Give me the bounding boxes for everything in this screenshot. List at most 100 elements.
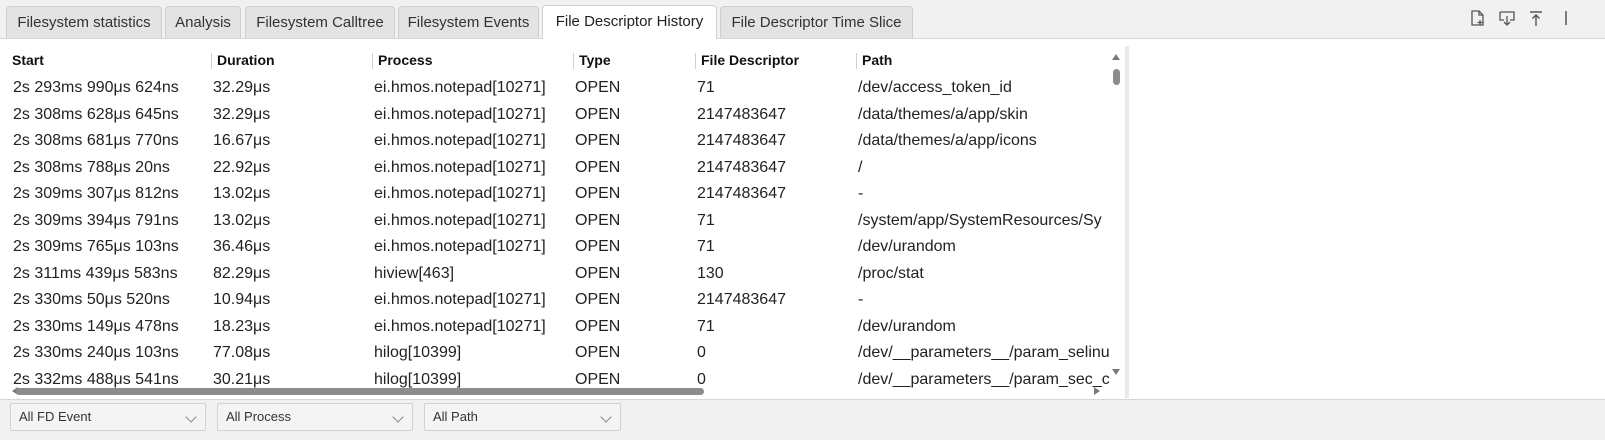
vertical-scroll-thumb[interactable] xyxy=(1113,69,1120,85)
cell-process: ei.hmos.notepad[10271] xyxy=(374,211,546,229)
tab-filesystem-events[interactable]: Filesystem Events xyxy=(398,6,539,38)
cell-path: / xyxy=(858,158,863,176)
cell-duration: 32.29μs xyxy=(213,105,271,123)
cell-type: OPEN xyxy=(575,291,621,308)
cell-path: /data/themes/a/app/icons xyxy=(858,132,1037,149)
column-header-file-descriptor[interactable]: File Descriptor xyxy=(701,49,799,71)
cell-path: /dev/urandom xyxy=(858,238,956,255)
fd-event-filter-select[interactable]: All FD Event xyxy=(10,403,206,431)
horizontal-scroll-thumb[interactable] xyxy=(16,388,704,395)
cell-process: ei.hmos.notepad[10271] xyxy=(374,105,546,123)
cell-file-descriptor: 71 xyxy=(697,317,715,335)
scroll-down-arrow-icon[interactable] xyxy=(1112,369,1120,375)
table-header: Start Duration Process Type File Descrip… xyxy=(0,49,1132,71)
column-header-duration[interactable]: Duration xyxy=(217,49,275,71)
table-row[interactable]: 2s 330ms 149μs 478ns 18.23μs ei.hmos.not… xyxy=(0,314,1132,341)
cell-start: 2s 308ms 628μs 645ns xyxy=(13,105,179,123)
column-divider[interactable] xyxy=(372,53,373,69)
vertical-scrollbar[interactable] xyxy=(1110,49,1124,379)
process-filter-select[interactable]: All Process xyxy=(217,403,413,431)
column-header-start[interactable]: Start xyxy=(12,49,44,71)
chevron-down-icon xyxy=(185,411,197,423)
cell-start: 2s 309ms 394μs 791ns xyxy=(13,211,179,229)
path-filter-select[interactable]: All Path xyxy=(424,403,621,431)
panel-divider xyxy=(1125,46,1129,398)
table-row[interactable]: 2s 308ms 628μs 645ns 32.29μs ei.hmos.not… xyxy=(0,102,1132,129)
column-divider[interactable] xyxy=(211,53,212,69)
upload-top-icon[interactable] xyxy=(1526,8,1546,28)
cell-duration: 77.08μs xyxy=(213,344,271,361)
cell-type: OPEN xyxy=(575,158,621,176)
cell-process: hiview[463] xyxy=(374,264,455,282)
scroll-up-arrow-icon[interactable] xyxy=(1112,54,1120,60)
table-row[interactable]: 2s 330ms 50μs 520ns 10.94μs ei.hmos.note… xyxy=(0,287,1132,314)
cell-start: 2s 308ms 788μs 20ns xyxy=(13,158,170,176)
fd-history-table: Start Duration Process Type File Descrip… xyxy=(0,39,1150,408)
filter-bar: All FD Event All Process All Path xyxy=(0,399,1605,440)
table-body: 2s 293ms 990μs 624ns 32.29μs ei.hmos.not… xyxy=(0,75,1132,393)
path-filter-value: All Path xyxy=(433,409,478,424)
tab-file-descriptor-time-slice[interactable]: File Descriptor Time Slice xyxy=(720,6,913,38)
cell-start: 2s 309ms 765μs 103ns xyxy=(13,238,179,255)
tab-file-descriptor-history[interactable]: File Descriptor History xyxy=(542,5,717,39)
tab-filesystem-statistics[interactable]: Filesystem statistics xyxy=(6,6,162,38)
column-divider[interactable] xyxy=(573,53,574,69)
cell-path: /data/themes/a/app/skin xyxy=(858,105,1028,123)
column-header-type[interactable]: Type xyxy=(579,49,611,71)
table-row[interactable]: 2s 308ms 681μs 770ns 16.67μs ei.hmos.not… xyxy=(0,128,1132,155)
cell-start: 2s 330ms 149μs 478ns xyxy=(13,317,179,335)
cell-process: ei.hmos.notepad[10271] xyxy=(374,79,546,96)
cell-path: - xyxy=(858,185,864,202)
horizontal-scrollbar[interactable] xyxy=(12,385,1110,397)
cell-start: 2s 309ms 307μs 812ns xyxy=(13,185,179,202)
cell-process: hilog[10399] xyxy=(374,344,462,361)
cell-path: /dev/urandom xyxy=(858,317,956,335)
cell-path: - xyxy=(858,291,864,308)
cell-type: OPEN xyxy=(575,185,621,202)
table-row[interactable]: 2s 311ms 439μs 583ns 82.29μs hiview[463]… xyxy=(0,261,1132,288)
cell-type: OPEN xyxy=(575,79,621,96)
column-header-path[interactable]: Path xyxy=(862,49,892,71)
cell-file-descriptor: 2147483647 xyxy=(697,291,786,308)
cell-file-descriptor: 2147483647 xyxy=(697,185,786,202)
cell-file-descriptor: 2147483647 xyxy=(697,158,786,176)
column-divider[interactable] xyxy=(695,53,696,69)
cell-duration: 13.02μs xyxy=(213,185,271,202)
cell-type: OPEN xyxy=(575,132,621,149)
cell-process: ei.hmos.notepad[10271] xyxy=(374,185,546,202)
table-row[interactable]: 2s 293ms 990μs 624ns 32.29μs ei.hmos.not… xyxy=(0,75,1132,102)
tab-analysis[interactable]: Analysis xyxy=(165,6,241,38)
process-filter-value: All Process xyxy=(226,409,292,424)
column-divider[interactable] xyxy=(856,53,857,69)
column-header-process[interactable]: Process xyxy=(378,49,432,71)
table-row[interactable]: 2s 309ms 765μs 103ns 36.46μs ei.hmos.not… xyxy=(0,234,1132,261)
download-icon[interactable] xyxy=(1497,8,1517,28)
cell-process: ei.hmos.notepad[10271] xyxy=(374,158,546,176)
cell-duration: 22.92μs xyxy=(213,158,271,176)
cell-file-descriptor: 71 xyxy=(697,79,715,96)
table-row[interactable]: 2s 308ms 788μs 20ns 22.92μs ei.hmos.note… xyxy=(0,155,1132,182)
scroll-right-arrow-icon[interactable] xyxy=(1094,387,1100,395)
cell-type: OPEN xyxy=(575,238,621,255)
cell-process: ei.hmos.notepad[10271] xyxy=(374,238,546,255)
table-row[interactable]: 2s 309ms 307μs 812ns 13.02μs ei.hmos.not… xyxy=(0,181,1132,208)
cell-start: 2s 330ms 50μs 520ns xyxy=(13,291,170,308)
cell-duration: 10.94μs xyxy=(213,291,271,308)
table-row[interactable]: 2s 309ms 394μs 791ns 13.02μs ei.hmos.not… xyxy=(0,208,1132,235)
table-row[interactable]: 2s 330ms 240μs 103ns 77.08μs hilog[10399… xyxy=(0,340,1132,367)
new-file-icon[interactable] xyxy=(1467,8,1487,28)
cell-type: OPEN xyxy=(575,317,621,335)
cell-file-descriptor: 0 xyxy=(697,344,706,361)
cell-duration: 16.67μs xyxy=(213,132,271,149)
cell-start: 2s 330ms 240μs 103ns xyxy=(13,344,179,361)
cell-process: ei.hmos.notepad[10271] xyxy=(374,291,546,308)
chevron-down-icon xyxy=(392,411,404,423)
cell-file-descriptor: 130 xyxy=(697,264,724,282)
cell-type: OPEN xyxy=(575,344,621,361)
tab-filesystem-calltree[interactable]: Filesystem Calltree xyxy=(245,6,395,38)
cell-duration: 13.02μs xyxy=(213,211,271,229)
vertical-bar-icon[interactable] xyxy=(1556,8,1576,28)
cell-path: /system/app/SystemResources/Sy xyxy=(858,211,1102,229)
cell-duration: 18.23μs xyxy=(213,317,271,335)
cell-duration: 82.29μs xyxy=(213,264,271,282)
